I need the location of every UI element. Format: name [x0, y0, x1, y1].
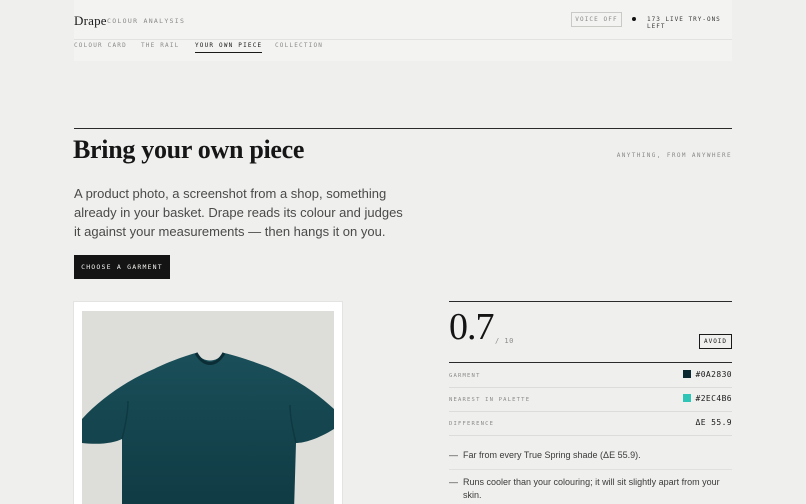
nav-colour-card[interactable]: COLOUR CARD	[74, 42, 127, 52]
choose-garment-button[interactable]: CHOOSE A GARMENT	[74, 255, 170, 279]
score-denominator: / 10	[495, 337, 514, 345]
verdict-badge: AVOID	[699, 334, 732, 349]
brand-logo[interactable]: Drape	[74, 13, 107, 29]
result-top-rule	[449, 301, 732, 302]
nav-collection[interactable]: COLLECTION	[275, 42, 323, 52]
garment-photo	[82, 311, 334, 504]
live-try-ons-count: 173 LIVE TRY-ONS LEFT	[647, 16, 721, 30]
garment-swatch	[683, 370, 692, 378]
note-item: — Runs cooler than your colouring; it wi…	[449, 476, 732, 504]
section-divider	[74, 128, 732, 129]
nearest-palette-row: NEAREST IN PALETTE #2EC4B6	[449, 389, 732, 412]
dash-icon: —	[449, 450, 458, 460]
row-label: NEAREST IN PALETTE	[449, 397, 531, 403]
note-item: — Far from every True Spring shade (ΔE 5…	[449, 449, 732, 470]
row-label: DIFFERENCE	[449, 421, 495, 427]
row-value: #0A2830	[683, 370, 732, 379]
result-mid-rule	[449, 362, 732, 363]
section-title: Bring your own piece	[73, 135, 305, 164]
brand-subtitle: COLOUR ANALYSIS	[107, 17, 186, 25]
section-description: A product photo, a screenshot from a sho…	[74, 186, 403, 239]
t-shirt-photo-icon	[82, 352, 334, 504]
dash-icon: —	[449, 477, 458, 487]
section-tagline: ANYTHING, FROM ANYWHERE	[616, 152, 732, 159]
row-label: GARMENT	[449, 373, 481, 379]
nav-your-own-piece[interactable]: YOUR OWN PIECE	[195, 42, 263, 53]
verdict-notes: — Far from every True Spring shade (ΔE 5…	[449, 449, 732, 504]
section-nav: COLOUR CARD THE RAIL YOUR OWN PIECE COLL…	[74, 40, 732, 61]
garment-colour-row: GARMENT #0A2830	[449, 365, 732, 388]
match-score: 0.7	[449, 306, 494, 348]
nav-the-rail[interactable]: THE RAIL	[141, 42, 180, 52]
live-indicator-dot	[632, 17, 636, 21]
voice-toggle-button[interactable]: VOICE OFF	[571, 12, 622, 27]
garment-photo-card	[74, 302, 342, 504]
row-value: ΔE 55.9	[695, 418, 732, 427]
top-bar: Drape COLOUR ANALYSIS VOICE OFF 173 LIVE…	[74, 0, 732, 40]
difference-row: DIFFERENCE ΔE 55.9	[449, 413, 732, 436]
row-value: #2EC4B6	[683, 394, 732, 403]
palette-swatch	[683, 394, 692, 402]
